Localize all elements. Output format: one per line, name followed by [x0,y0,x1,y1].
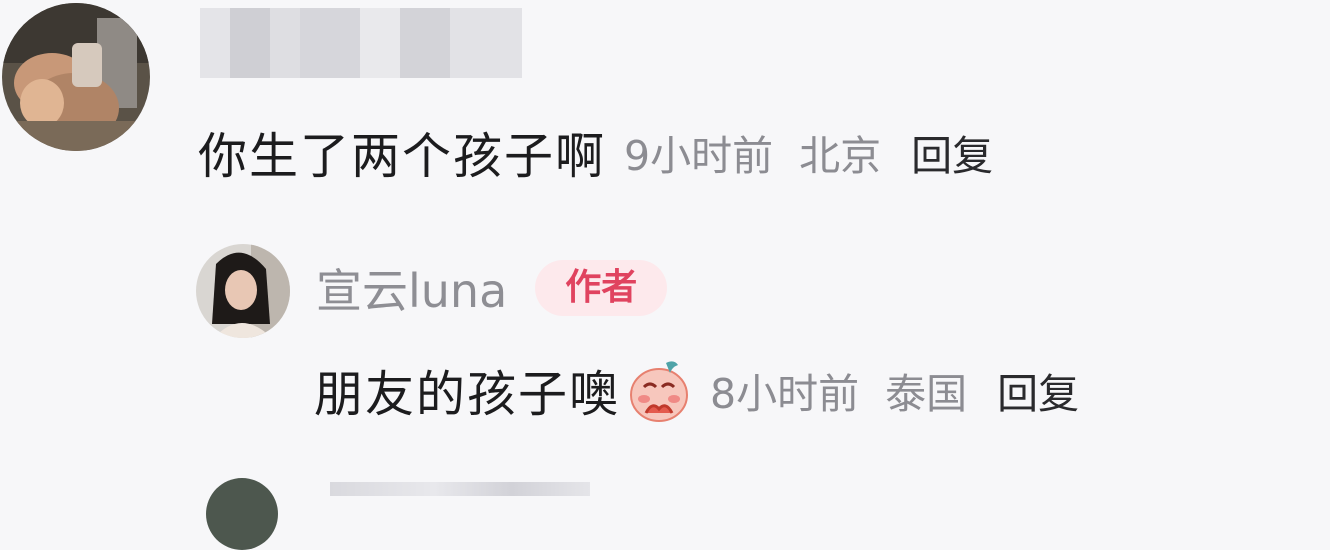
reply-button[interactable]: 回复 [911,122,993,182]
comment-text: 你生了两个孩子啊 [198,127,607,185]
reply-body: 朋友的孩子噢 8小时前 泰国 回复 [314,350,1079,430]
commenter-avatar[interactable] [2,3,150,151]
author-username[interactable]: 宣云luna [316,255,507,321]
blurred-username [200,8,522,78]
author-badge: 作者 [535,260,668,316]
reply-time: 8小时前 [710,370,860,418]
shy-emoji-icon [626,357,692,423]
reply-location: 泰国 [885,370,968,418]
comment-body: 你生了两个孩子啊 9小时前 北京 回复 [198,112,993,192]
author-avatar[interactable] [196,244,290,338]
reply-header: 宣云luna 作者 [316,248,668,328]
comment-location: 北京 [799,132,882,180]
next-comment-blurred-username [330,482,590,496]
reply-button[interactable]: 回复 [997,360,1079,420]
reply-text: 朋友的孩子噢 [314,365,621,423]
next-comment-avatar[interactable] [206,478,278,550]
comment-time: 9小时前 [624,132,774,180]
